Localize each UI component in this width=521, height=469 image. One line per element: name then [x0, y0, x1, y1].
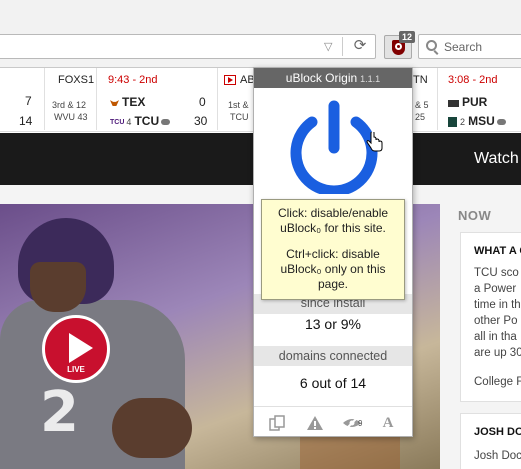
game-situation: 1st &	[228, 100, 249, 110]
news-card[interactable]: JOSH DO Josh Doc	[460, 413, 521, 469]
card-text-line: a Power	[474, 283, 517, 295]
popup-title: uBlock Origin	[285, 71, 358, 85]
game-situation: 3rd & 12	[52, 100, 87, 110]
network-label: FOXS1	[58, 74, 95, 86]
possession-football-icon	[496, 119, 506, 126]
watch-link[interactable]: Watch	[474, 150, 519, 168]
game-possession: 25	[415, 112, 426, 122]
warning-icon[interactable]	[306, 415, 324, 431]
card-text-line: Josh Doc	[474, 450, 521, 462]
purdue-logo-icon	[448, 99, 459, 107]
scoreboard-team-row[interactable]: PUR	[448, 95, 487, 109]
scoreboard-team-row[interactable]: TCU 4 TCU	[110, 114, 171, 128]
tooltip: Click: disable/enable uBlock₀ for this s…	[261, 199, 405, 300]
team-score: 0	[199, 95, 206, 109]
play-icon	[69, 333, 93, 363]
tcu-logo-icon: TCU	[110, 118, 125, 126]
tooltip-click-text: Click: disable/enable uBlock₀ for this s…	[277, 206, 389, 235]
blocked-count-badge: 12	[399, 31, 415, 43]
card-source[interactable]: College F	[474, 376, 521, 388]
team-name: PUR	[462, 95, 488, 109]
team-name: MSU	[468, 114, 495, 128]
network-label: TN	[413, 74, 428, 86]
domains-connected-label: domains connected	[278, 349, 388, 363]
font-icon[interactable]: A	[379, 415, 397, 431]
urlbar-divider	[342, 37, 343, 56]
popup-toolbar: 9 A	[254, 406, 412, 436]
tooltip-ctrl-click-text: Ctrl+click: disable uBlock₀ only on this…	[280, 247, 386, 291]
game-clock: 9:43 - 2nd	[108, 74, 158, 86]
scoreboard-team-row[interactable]: 2 MSU	[448, 114, 506, 128]
card-text-line: time in th	[474, 299, 521, 311]
team-rank: 2	[460, 117, 466, 127]
scoreboard-team-row[interactable]: TEX	[110, 95, 145, 109]
live-play-button[interactable]: LIVE	[42, 315, 110, 383]
card-text-line: other Po	[474, 315, 518, 327]
search-placeholder: Search	[444, 40, 483, 54]
team-name: TEX	[122, 95, 146, 109]
score-value: 14	[19, 114, 33, 128]
msu-logo-icon	[448, 117, 457, 128]
player-arm	[112, 398, 192, 458]
popup-version: 1.1.1	[360, 74, 381, 84]
card-text-line: all in tha	[474, 331, 517, 343]
now-heading: NOW	[458, 208, 492, 223]
network-label: AB	[224, 74, 255, 86]
live-label: LIVE	[67, 365, 85, 374]
texas-logo-icon	[110, 100, 119, 107]
search-icon	[426, 40, 437, 51]
domains-connected-value: 6 out of 14	[299, 375, 367, 391]
card-title: WHAT A C	[474, 245, 521, 257]
team-score: 30	[194, 114, 208, 128]
popup-header: uBlock Origin 1.1.1	[254, 68, 412, 88]
possession-football-icon	[161, 119, 171, 126]
game-situation: & 5	[415, 100, 429, 110]
news-card[interactable]: WHAT A C TCU sco a Power time in th othe…	[460, 232, 521, 402]
game-clock: 3:08 - 2nd	[448, 74, 498, 86]
jersey-number: 2	[40, 380, 79, 445]
game-possession: WVU 43	[54, 112, 88, 122]
card-text-line: TCU sco	[474, 267, 519, 279]
card-title: JOSH DO	[474, 426, 521, 438]
player-face	[30, 262, 86, 312]
team-name: TCU	[134, 114, 160, 128]
card-text-line: are up 30	[474, 347, 521, 359]
video-play-icon[interactable]	[224, 75, 236, 86]
blocked-since-install-value: 13 or 9%	[304, 316, 362, 332]
team-rank: 4	[126, 117, 132, 127]
hand-cursor-icon	[366, 132, 383, 152]
score-value: 7	[25, 94, 32, 108]
noscript-count: 9	[358, 419, 363, 428]
element-zapper-icon[interactable]	[269, 415, 287, 431]
game-possession: TCU	[230, 112, 249, 122]
reload-button[interactable]: ⟳	[350, 36, 370, 56]
address-bar[interactable]	[0, 34, 376, 59]
url-dropdown-icon[interactable]: ▽	[324, 40, 332, 53]
